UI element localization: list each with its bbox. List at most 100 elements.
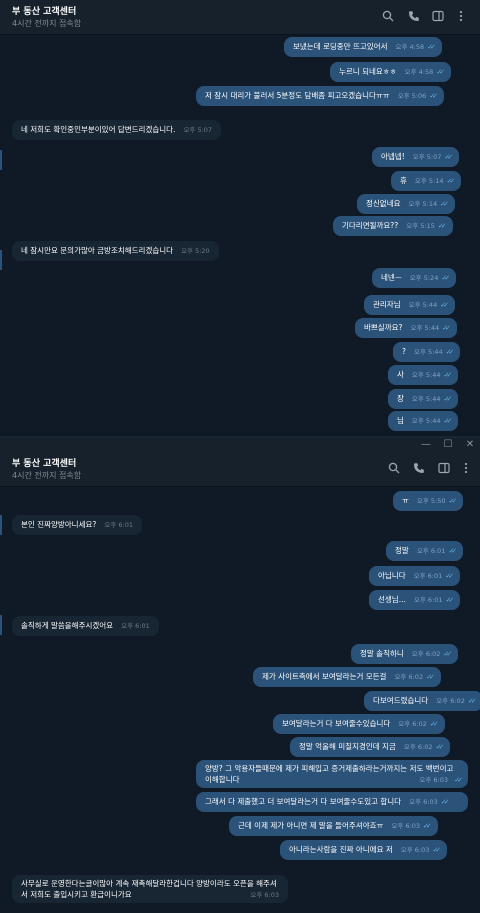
read-checkmarks-icon: ✓✓ <box>440 301 449 309</box>
message-text: 정말 억울해 미칠지경인데 지금 <box>299 742 396 751</box>
read-checkmarks-icon: ✓✓ <box>443 417 453 425</box>
message-timestamp: 오후 6:03 <box>391 822 421 830</box>
incoming-message-bubble[interactable]: 사무실로 운영한다는글이많아 계속 재촉해달라한겁니다 양방이라도 오픈을 해주… <box>12 875 288 903</box>
phone-icon[interactable] <box>412 462 426 476</box>
outgoing-message-bubble[interactable]: ? 오후 5:44 ✓✓ <box>393 342 461 362</box>
message-text: 정신없네요 <box>366 199 401 208</box>
read-checkmarks-icon: ✓✓ <box>443 650 452 658</box>
read-checkmarks-icon: ✓✓ <box>445 596 454 604</box>
outgoing-message-bubble[interactable]: 장 오후 5:44 ✓✓ <box>388 389 459 409</box>
chat-panel-top: 부 동산 고객센터 4시간 전까지 접속함 보냈는데 로딩중만 뜨고있어서오후 … <box>0 0 480 438</box>
message-text: 사 <box>397 370 404 379</box>
message-text: 기다리면될까요?? <box>342 221 399 230</box>
message-text: 본인 진짜양방아니세요? <box>21 520 97 529</box>
read-checkmarks-icon: ✓✓ <box>444 153 453 161</box>
window-titlebar: — ☐ ✕ <box>0 438 480 452</box>
message-text: 휴 <box>400 176 407 185</box>
message-text: 저 잠시 대리가 불러서 5분정도 담배좀 피고오겠습니다ㅠㅠ <box>205 91 390 100</box>
outgoing-message-bubble[interactable]: 정말 솔직하니 오후 6:02 ✓✓ <box>351 644 459 664</box>
close-icon[interactable]: ✕ <box>462 439 478 451</box>
outgoing-message-bubble[interactable]: 기다리면될까요?? 오후 5:15 ✓✓ <box>333 216 453 236</box>
read-checkmarks-icon: ✓✓ <box>432 846 441 854</box>
outgoing-message-bubble[interactable]: 누르니 되네요ㅎㅎ 오후 4:58 ✓✓ <box>330 62 451 82</box>
message-timestamp: 오후 6:01 <box>413 596 443 604</box>
phone-icon[interactable] <box>407 10 421 24</box>
outgoing-message-bubble[interactable]: 선생님... 오후 6:01 ✓✓ <box>369 590 461 610</box>
unread-marker <box>0 250 2 270</box>
outgoing-message-bubble[interactable]: 제가 사이트측에서 보여달라는거 모든걸 오후 6:02 ✓✓ <box>253 667 441 687</box>
read-checkmarks-icon: ✓✓ <box>446 177 456 185</box>
outgoing-message-bubble[interactable]: 바쁘실까요? 오후 5:44 ✓✓ <box>355 318 457 338</box>
outgoing-message-bubble[interactable]: 양방? 그 악용자들때문에 제가 피해입고 증거제출하라는거까지는 저도 백번이… <box>196 760 468 788</box>
incoming-message-bubble[interactable]: 네 잠시만요 문의가많아 금방조치해드리겠습니다 오후 5:20 <box>12 241 219 261</box>
message-timestamp: 오후 6:03 <box>250 891 279 899</box>
outgoing-message-bubble[interactable]: 근데 이제 제가 아니면 제 말을 들어주셔야죠ㅠ 오후 6:03 ✓✓ <box>229 816 438 836</box>
outgoing-message-bubble[interactable]: 정말 오후 6:01 ✓✓ <box>386 541 464 561</box>
search-icon[interactable] <box>387 462 401 476</box>
message-timestamp: 오후 5:15 <box>406 222 435 230</box>
read-checkmarks-icon: ✓✓ <box>440 200 449 208</box>
read-checkmarks-icon: ✓✓ <box>429 720 439 728</box>
message-timestamp: 오후 4:58 <box>395 43 425 51</box>
outgoing-message-bubble[interactable]: 휴 오후 5:14 ✓✓ <box>391 171 462 191</box>
message-text: 장 <box>397 394 404 403</box>
outgoing-message-bubble[interactable]: 정신없네요 오후 5:14 ✓✓ <box>357 194 455 214</box>
outgoing-message-bubble[interactable]: 관리자님 오후 5:44 ✓✓ <box>364 295 455 315</box>
outgoing-message-bubble[interactable]: 저 잠시 대리가 불러서 5분정도 담배좀 피고오겠습니다ㅠㅠ 오후 5:06 ✓✓ <box>196 86 445 106</box>
sidebar-toggle-icon[interactable] <box>437 462 451 476</box>
outgoing-message-bubble[interactable]: 보여달라는거 다 보여줄수있습니다 오후 6:02 ✓✓ <box>273 714 445 734</box>
message-text: 관리자님 <box>373 300 401 309</box>
chat-header: 부 동산 고객센터 4시간 전까지 접속함 <box>0 452 480 487</box>
outgoing-message-bubble[interactable]: 아니라는사람을 진짜 아니에요 저 오후 6:03 ✓✓ <box>280 840 448 860</box>
outgoing-message-bubble[interactable]: ㅠ 오후 5:50 ✓✓ <box>393 491 464 511</box>
incoming-message-bubble[interactable]: 네 저희도 확인중인부분이있어 답변드리겠습니다. 오후 5:07 <box>12 120 222 140</box>
chat-title[interactable]: 부 동산 고객센터 <box>12 456 76 469</box>
outgoing-message-bubble[interactable]: 보냈는데 로딩중만 뜨고있어서 오후 4:58 ✓✓ <box>284 37 442 57</box>
message-text: 네 저희도 확인중인부분이있어 답변드리겠습니다. <box>21 125 176 134</box>
message-timestamp: 오후 5:06 <box>397 92 427 100</box>
read-checkmarks-icon: ✓✓ <box>429 92 438 100</box>
sidebar-toggle-icon[interactable] <box>431 10 445 24</box>
message-timestamp: 오후 5:44 <box>411 395 441 403</box>
outgoing-message-bubble[interactable]: 아닙니다 오후 6:01 ✓✓ <box>369 566 460 586</box>
search-icon[interactable] <box>381 10 395 24</box>
incoming-message-bubble[interactable]: 본인 진짜양방아니세요? 오후 6:01 <box>12 515 142 535</box>
outgoing-message-bubble[interactable]: 아넵넵! 오후 5:07 ✓✓ <box>372 147 460 167</box>
message-text: 아닙니다 <box>378 571 406 580</box>
outgoing-message-bubble[interactable]: 사 오후 5:44 ✓✓ <box>388 365 459 385</box>
read-checkmarks-icon: ✓✓ <box>448 547 457 555</box>
read-checkmarks-icon: ✓✓ <box>454 776 463 784</box>
read-checkmarks-icon: ✓✓ <box>441 274 450 282</box>
message-text: 다보여드렸습니다 <box>373 696 429 705</box>
message-timestamp: 오후 5:44 <box>408 301 438 309</box>
message-timestamp: 오후 5:44 <box>411 371 441 379</box>
read-checkmarks-icon: ✓✓ <box>426 673 435 681</box>
maximize-icon[interactable]: ☐ <box>440 439 456 451</box>
more-vertical-icon[interactable] <box>454 10 468 24</box>
incoming-message-bubble[interactable]: 솔직하게 말씀을해주시겠어요 오후 6:01 <box>12 616 159 636</box>
message-timestamp: 오후 6:03 <box>400 846 430 854</box>
outgoing-message-bubble[interactable]: 정말 억울해 미칠지경인데 지금 오후 6:02 ✓✓ <box>290 737 451 757</box>
last-seen-status: 4시간 전까지 접속함 <box>12 19 82 28</box>
read-checkmarks-icon: ✓✓ <box>445 572 454 580</box>
message-timestamp: 오후 5:14 <box>408 200 438 208</box>
read-checkmarks-icon: ✓✓ <box>448 497 458 505</box>
message-text: 아니라는사람을 진짜 아니에요 저 <box>289 845 393 854</box>
outgoing-message-bubble[interactable]: 님 오후 5:44 ✓✓ <box>388 411 459 431</box>
read-checkmarks-icon: ✓✓ <box>423 822 432 830</box>
message-timestamp: 오후 5:44 <box>410 324 440 332</box>
message-timestamp: 오후 4:58 <box>404 68 434 76</box>
minimize-icon[interactable]: — <box>418 439 434 451</box>
chat-title[interactable]: 부 동산 고객센터 <box>12 4 76 17</box>
more-vertical-icon[interactable] <box>459 462 473 476</box>
chat-panel-bottom: — ☐ ✕ 부 동산 고객센터 4시간 전까지 접속함 ㅠ 오후 5:50 ✓✓ 본인… <box>0 438 480 913</box>
message-timestamp: 오후 6:03 <box>419 776 448 784</box>
message-timestamp: 오후 6:02 <box>394 673 424 681</box>
outgoing-message-bubble[interactable]: 다보여드렸습니다 오후 6:02 ✓✓ <box>364 691 480 711</box>
read-checkmarks-icon: ✓✓ <box>467 697 477 705</box>
message-timestamp: 오후 5:20 <box>181 247 210 255</box>
outgoing-message-bubble[interactable]: 그래서 다 제출했고 더 보여달라는거 다 보여줄수도있고 합니다 오후 6:03… <box>196 792 468 812</box>
message-text: 선생님... <box>378 595 406 604</box>
outgoing-message-bubble[interactable]: 네넨ㅡ 오후 5:24 ✓✓ <box>372 268 457 288</box>
message-text: 보냈는데 로딩중만 뜨고있어서 <box>293 42 388 51</box>
